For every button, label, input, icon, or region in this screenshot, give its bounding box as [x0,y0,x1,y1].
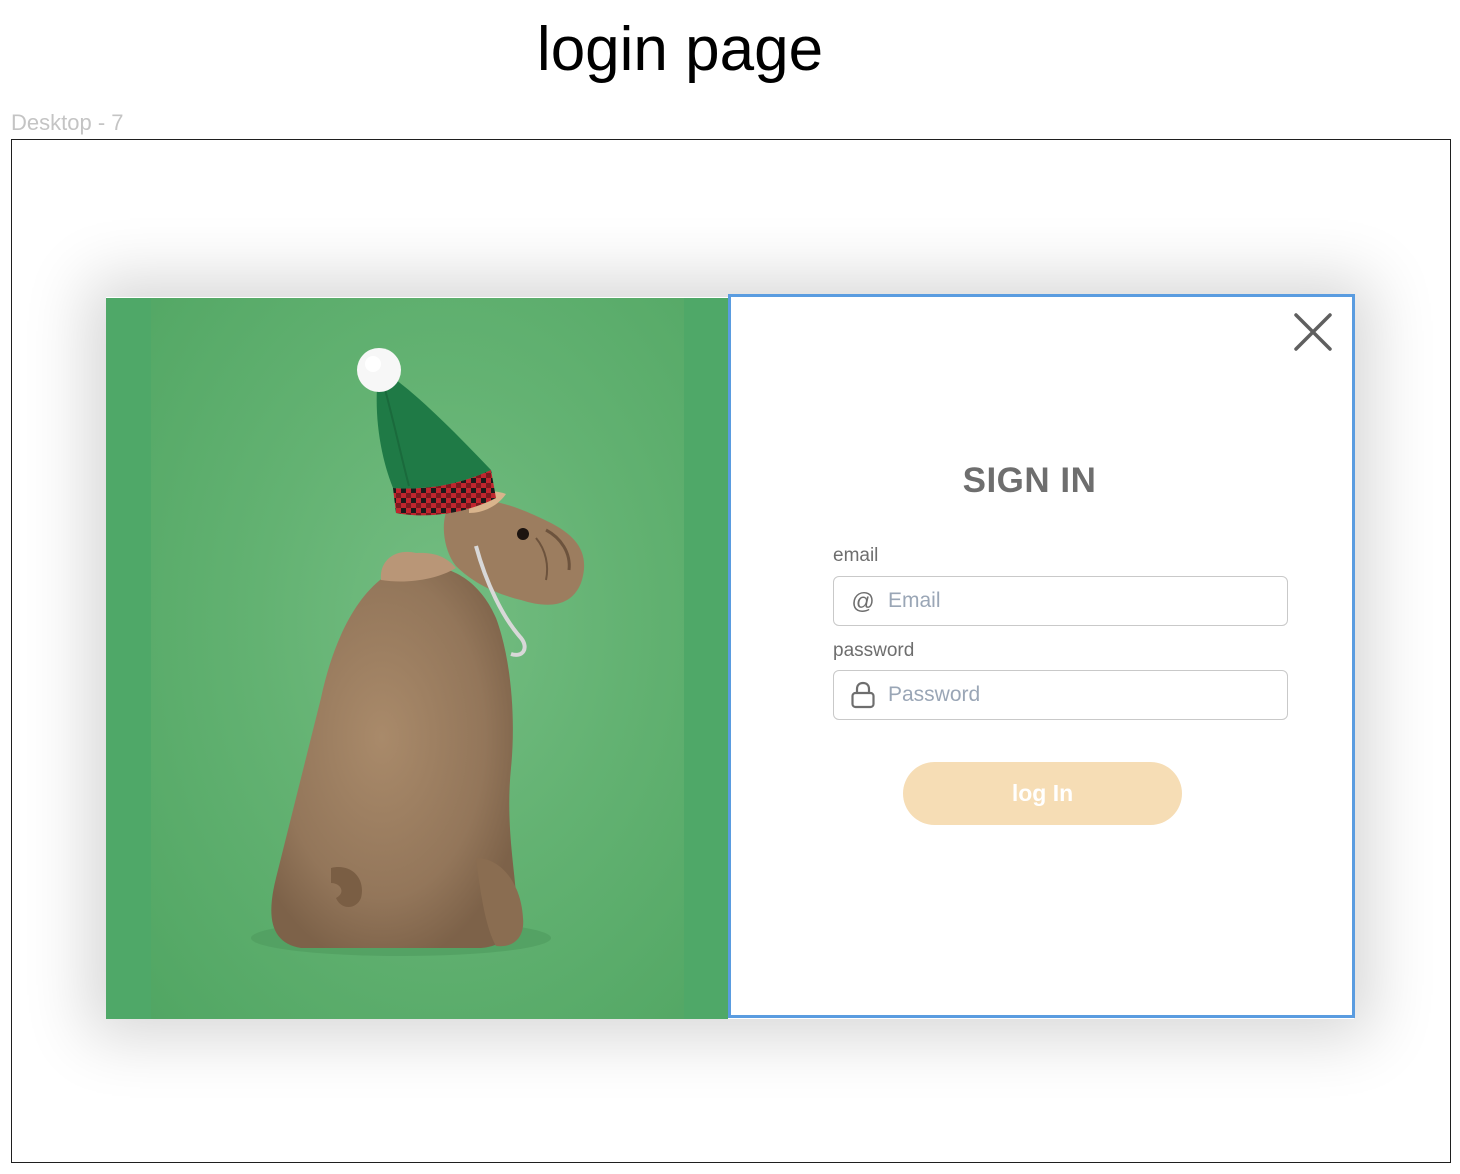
frame-label: Desktop - 7 [11,110,124,135]
close-button[interactable] [1292,311,1334,353]
page-title: login page [536,15,824,84]
log-in-button[interactable]: log In [903,762,1182,825]
dog-illustration [251,348,585,956]
login-panel: SIGN IN email @ password log In [728,294,1355,1018]
password-field-wrapper[interactable] [833,670,1288,720]
photo-background [151,298,684,1019]
email-field-wrapper[interactable]: @ [833,576,1288,626]
password-input[interactable] [886,671,1280,719]
password-label: password [833,640,915,661]
email-input[interactable] [886,577,1280,625]
sign-in-title: SIGN IN [962,461,1097,500]
dog-photo [106,298,728,1019]
desktop-frame: SIGN IN email @ password log In [11,139,1451,1163]
close-icon [1294,313,1332,351]
lock-icon [850,681,876,709]
email-label: email [833,545,879,566]
at-icon: @ [851,588,875,614]
